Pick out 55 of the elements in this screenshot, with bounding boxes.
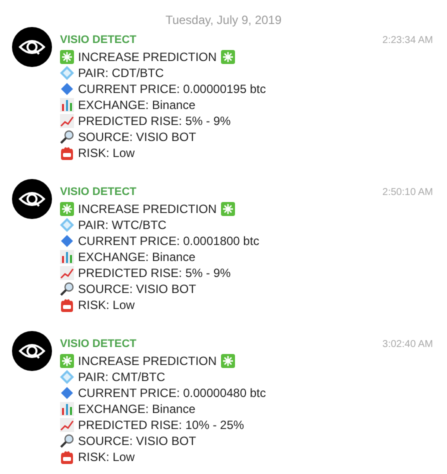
magnifier-icon: [60, 282, 74, 296]
message-line: SOURCE: VISIO BOT: [78, 434, 196, 448]
message-line: PREDICTED RISE: 5% - 9%: [78, 266, 231, 280]
bar-chart-icon: [60, 402, 74, 416]
sparkle-icon: [220, 50, 235, 64]
magnifier-icon: [60, 130, 74, 144]
magnifier-icon: [60, 434, 74, 448]
date-separator: Tuesday, July 9, 2019: [165, 13, 282, 27]
bar-chart-icon: [60, 250, 74, 264]
avatar-eye-icon: [12, 179, 52, 219]
risk-icon: [60, 450, 74, 464]
diamond-icon: [60, 370, 74, 384]
risk-icon: [60, 146, 74, 160]
message-time: 2:50:10 AM: [382, 187, 433, 198]
message-line: INCREASE PREDICTION: [78, 50, 217, 64]
message-line: CURRENT PRICE: 0.00000195 btc: [78, 82, 266, 96]
diamond-icon: [60, 234, 74, 248]
bar-chart-icon: [60, 98, 74, 112]
sparkle-icon: [60, 50, 74, 64]
sparkle-icon: [220, 354, 235, 368]
message-line: RISK: Low: [78, 298, 135, 312]
message-time: 3:02:40 AM: [382, 339, 433, 350]
message-line: EXCHANGE: Binance: [78, 402, 196, 416]
diamond-icon: [60, 82, 74, 96]
message-line: PAIR: WTC/BTC: [78, 218, 166, 232]
message-line: INCREASE PREDICTION: [78, 354, 217, 368]
message-time: 2:23:34 AM: [382, 35, 433, 46]
sender-name: VISIO DETECT: [60, 338, 136, 350]
message-line: CURRENT PRICE: 0.0001800 btc: [78, 234, 260, 248]
avatar-eye-icon: [12, 331, 52, 371]
line-chart-icon: [60, 266, 74, 280]
message-line: SOURCE: VISIO BOT: [78, 282, 196, 296]
diamond-icon: [60, 218, 74, 232]
sparkle-icon: [220, 202, 235, 216]
message-line: PREDICTED RISE: 5% - 9%: [78, 114, 231, 128]
sender-name: VISIO DETECT: [60, 186, 136, 198]
message-line: EXCHANGE: Binance: [78, 250, 196, 264]
diamond-icon: [60, 386, 74, 400]
message-line: RISK: Low: [78, 146, 135, 160]
sender-name: VISIO DETECT: [60, 34, 136, 46]
message-line: RISK: Low: [78, 450, 135, 464]
line-chart-icon: [60, 114, 74, 128]
message-line: PREDICTED RISE: 10% - 25%: [78, 418, 244, 432]
message-line: CURRENT PRICE: 0.00000480 btc: [78, 386, 266, 400]
sparkle-icon: [60, 202, 74, 216]
message-line: PAIR: CDT/BTC: [78, 66, 164, 80]
message-line: SOURCE: VISIO BOT: [78, 130, 196, 144]
message-line: EXCHANGE: Binance: [78, 98, 196, 112]
diamond-icon: [60, 66, 74, 80]
line-chart-icon: [60, 418, 74, 432]
avatar-eye-icon: [12, 27, 52, 67]
sparkle-icon: [60, 354, 74, 368]
risk-icon: [60, 298, 74, 312]
message-line: PAIR: CMT/BTC: [78, 370, 166, 384]
message-line: INCREASE PREDICTION: [78, 202, 217, 216]
